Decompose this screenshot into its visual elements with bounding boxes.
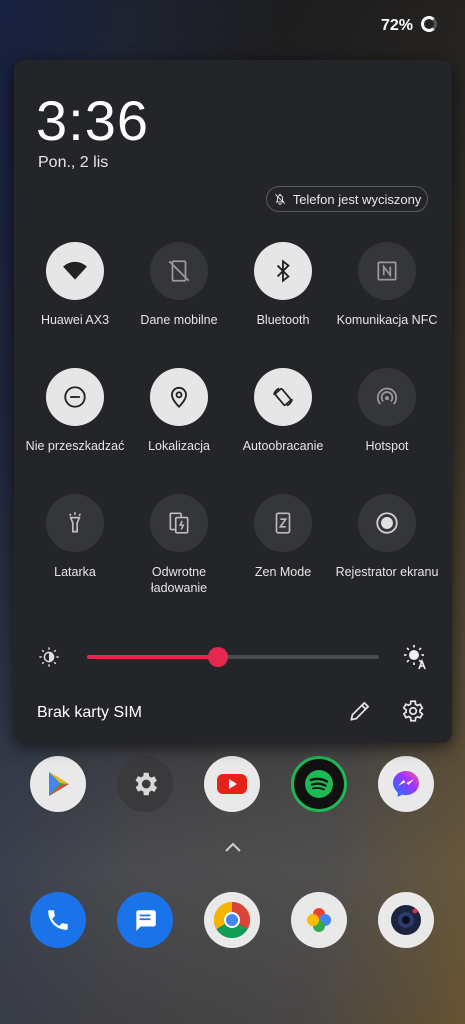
tile-do-not-disturb[interactable]: Nie przeszkadzać bbox=[20, 368, 130, 454]
screen-recorder-icon bbox=[376, 512, 398, 534]
flashlight-icon bbox=[68, 512, 82, 533]
brightness-slider-row bbox=[14, 642, 452, 672]
tile-screen-recorder[interactable]: Rejestrator ekranu bbox=[332, 494, 442, 580]
clock[interactable]: 3:36 bbox=[36, 88, 149, 153]
do-not-disturb-icon bbox=[64, 386, 86, 408]
brightness-low-icon bbox=[39, 647, 59, 667]
flashlight-toggle[interactable] bbox=[46, 494, 104, 552]
tile-hotspot[interactable]: Hotspot bbox=[332, 368, 442, 454]
spotify-icon[interactable] bbox=[291, 756, 347, 812]
wifi-icon bbox=[63, 261, 87, 280]
tile-label: Huawei AX3 bbox=[40, 313, 110, 327]
nfc-toggle[interactable] bbox=[358, 242, 416, 300]
tile-location[interactable]: Lokalizacja bbox=[124, 368, 234, 454]
app-drawer-chevron-icon[interactable] bbox=[222, 840, 244, 854]
tile-bluetooth[interactable]: Bluetooth bbox=[228, 242, 338, 328]
bell-off-icon bbox=[274, 193, 285, 205]
dnd-toggle[interactable] bbox=[46, 368, 104, 426]
hotspot-toggle[interactable] bbox=[358, 368, 416, 426]
zen-mode-icon bbox=[275, 512, 291, 534]
reverse-charging-icon bbox=[169, 512, 189, 534]
tile-label: Nie przeszkadzać bbox=[25, 439, 125, 453]
screen-recorder-toggle[interactable] bbox=[358, 494, 416, 552]
brightness-thumb[interactable] bbox=[208, 647, 229, 667]
silent-mode-label: Telefon jest wyciszony bbox=[292, 191, 422, 207]
auto-rotate-icon bbox=[272, 387, 294, 407]
tile-mobile-data[interactable]: Dane mobilne bbox=[124, 242, 234, 328]
battery-icon bbox=[421, 16, 437, 32]
reverse-charging-toggle[interactable] bbox=[150, 494, 208, 552]
quick-settings-panel: 3:36 Pon., 2 lis Telefon jest wyciszony … bbox=[14, 60, 452, 743]
tile-label: Dane mobilne bbox=[140, 313, 218, 327]
nfc-icon bbox=[377, 261, 397, 281]
wifi-toggle[interactable] bbox=[46, 242, 104, 300]
tile-label: Zen Mode bbox=[254, 565, 312, 579]
settings-app-icon[interactable] bbox=[117, 756, 173, 812]
tile-label: Odwrotne ładowanie bbox=[150, 565, 208, 595]
hotspot-icon bbox=[376, 387, 398, 405]
tile-label: Latarka bbox=[54, 565, 96, 579]
auto-brightness-icon[interactable] bbox=[402, 644, 428, 670]
google-photos-icon[interactable] bbox=[291, 892, 347, 948]
tile-label: Hotspot bbox=[365, 439, 409, 453]
tile-flashlight[interactable]: Latarka bbox=[20, 494, 130, 580]
messenger-icon[interactable] bbox=[378, 756, 434, 812]
tile-label: Komunikacja NFC bbox=[336, 313, 438, 327]
play-store-icon[interactable] bbox=[30, 756, 86, 812]
tile-label: Rejestrator ekranu bbox=[335, 565, 439, 579]
gear-icon[interactable] bbox=[399, 698, 425, 724]
tile-label: Bluetooth bbox=[256, 313, 310, 327]
mobile-data-off-icon bbox=[168, 260, 190, 282]
battery-percentage: 72% bbox=[380, 17, 413, 34]
tile-auto-rotate[interactable]: Autoobracanie bbox=[228, 368, 338, 454]
status-bar: 72% bbox=[0, 0, 465, 52]
mobile-data-toggle[interactable] bbox=[150, 242, 208, 300]
tile-reverse-charging[interactable]: Odwrotne ładowanie bbox=[124, 494, 234, 596]
sim-status: Brak karty SIM bbox=[37, 704, 142, 721]
brightness-fill bbox=[87, 655, 219, 659]
date[interactable]: Pon., 2 lis bbox=[38, 154, 108, 172]
location-toggle[interactable] bbox=[150, 368, 208, 426]
zen-mode-toggle[interactable] bbox=[254, 494, 312, 552]
tile-label: Autoobracanie bbox=[242, 439, 324, 453]
tile-label: Lokalizacja bbox=[148, 439, 210, 453]
camera-icon[interactable] bbox=[378, 892, 434, 948]
auto-rotate-toggle[interactable] bbox=[254, 368, 312, 426]
youtube-icon[interactable] bbox=[204, 756, 260, 812]
bluetooth-toggle[interactable] bbox=[254, 242, 312, 300]
phone-icon[interactable] bbox=[30, 892, 86, 948]
chrome-icon[interactable] bbox=[204, 892, 260, 948]
location-icon bbox=[171, 386, 187, 409]
bluetooth-icon bbox=[276, 259, 290, 283]
tile-nfc[interactable]: Komunikacja NFC bbox=[332, 242, 442, 328]
messages-icon[interactable] bbox=[117, 892, 173, 948]
tile-wifi[interactable]: Huawei AX3 bbox=[20, 242, 130, 328]
silent-mode-chip[interactable]: Telefon jest wyciszony bbox=[266, 186, 428, 212]
tile-zen-mode[interactable]: Zen Mode bbox=[228, 494, 338, 580]
edit-icon[interactable] bbox=[347, 698, 373, 724]
